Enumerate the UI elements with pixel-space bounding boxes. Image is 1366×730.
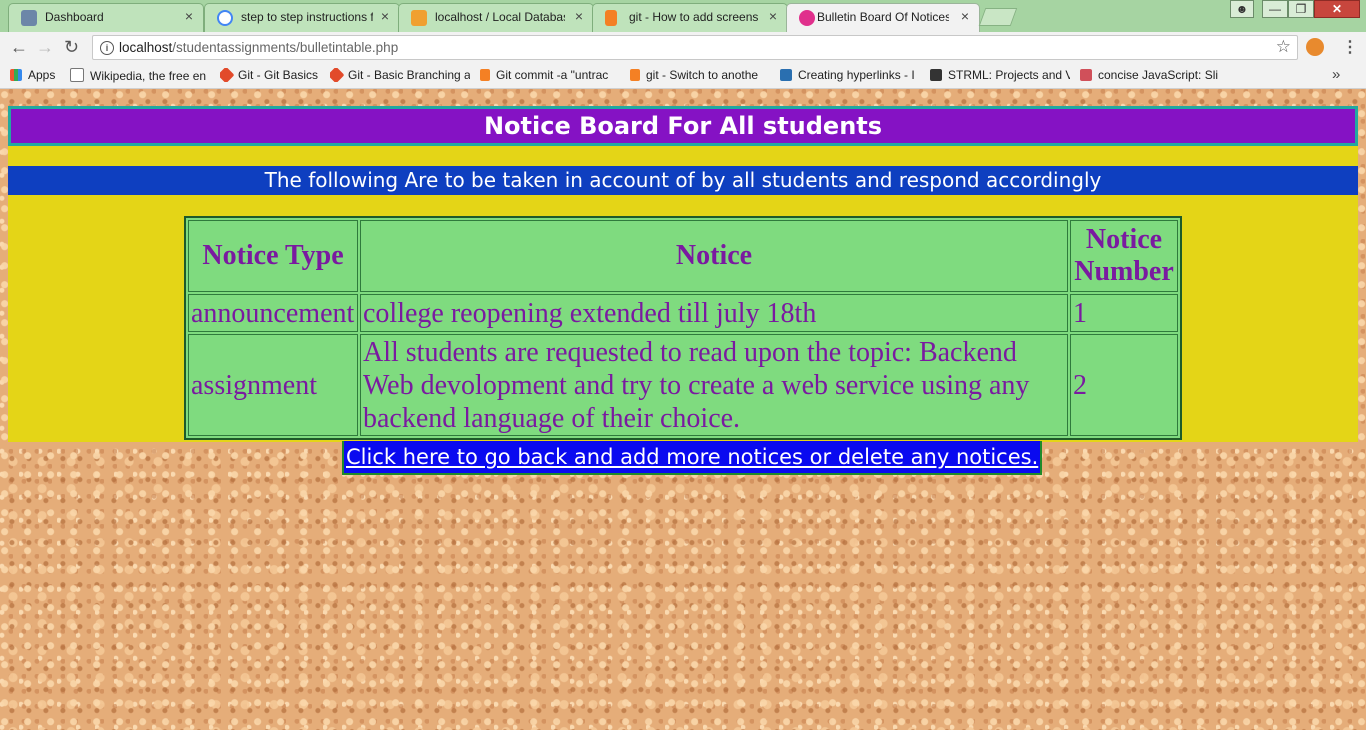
notice-number-cell: 2 [1070,334,1178,436]
bookmark-git-commit[interactable]: Git commit -a "untrac [480,68,620,82]
bulletin-favicon-icon [799,10,815,26]
tab-title: step to step instructions f [241,10,373,24]
notice-cell: All students are requested to read upon … [360,334,1068,436]
bookmark-label: STRML: Projects and V [948,68,1070,82]
window-close-icon[interactable]: ✕ [1314,0,1360,18]
bookmark-label: Git - Basic Branching a [348,68,470,82]
bookmark-git-switch[interactable]: git - Switch to anothe [630,68,770,82]
slides-icon [1080,69,1092,81]
bookmark-concise-js[interactable]: concise JavaScript: Sli [1080,68,1220,82]
tab-dashboard[interactable]: Dashboard × [8,3,204,32]
tab-strip: Dashboard × step to step instructions f … [0,0,1366,32]
bookmark-label: Wikipedia, the free en [90,69,207,83]
browser-toolbar: ← → ↻ i localhost/studentassignments/bul… [0,32,1366,63]
table-header-row: Notice Type Notice Notice Number [188,220,1178,292]
tab-close-icon[interactable]: × [575,8,583,24]
bookmark-label: Git commit -a "untrac [496,68,609,82]
user-profile-icon[interactable]: ☻ [1230,0,1254,18]
tab-title: localhost / Local Databas [435,10,565,24]
tab-close-icon[interactable]: × [961,8,969,24]
bookmark-strml[interactable]: STRML: Projects and V [930,68,1070,82]
info-icon[interactable]: i [100,41,114,55]
bookmark-label: Git - Git Basics [238,68,319,82]
minimize-icon[interactable]: — [1262,0,1288,18]
stackoverflow-icon [630,69,640,81]
bookmark-label: Apps [28,68,56,82]
bookmark-label: Creating hyperlinks - I [798,68,915,82]
bookmark-label: concise JavaScript: Sli [1098,68,1219,82]
tab-close-icon[interactable]: × [185,8,193,24]
notice-number-cell: 1 [1070,294,1178,332]
bookmark-label: git - Switch to anothe [646,68,759,82]
bookmark-hyperlinks[interactable]: Creating hyperlinks - I [780,68,920,82]
tab-instructions[interactable]: step to step instructions f × [204,3,400,32]
bookmarks-bar: Apps Wikipedia, the free en Git - Git Ba… [0,63,1366,89]
more-bookmarks-icon[interactable]: » [1332,66,1340,83]
column-header-notice-type: Notice Type [188,220,358,292]
bookmark-git-branching[interactable]: Git - Basic Branching a [330,68,470,82]
code-icon [930,69,942,81]
url-text: localhost/studentassignments/bulletintab… [119,40,398,55]
tab-title: Bulletin Board Of Notices [817,10,949,24]
bookmark-apps[interactable]: Apps [10,68,55,82]
column-header-notice: Notice [360,220,1068,292]
git-icon [330,68,345,82]
column-header-notice-number: Notice Number [1070,220,1178,292]
url-path: /studentassignments/bulletintable.php [172,40,399,55]
bookmark-star-icon[interactable]: ☆ [1276,37,1291,57]
address-bar[interactable]: i localhost/studentassignments/bulletint… [92,35,1298,60]
new-tab-button[interactable] [978,8,1018,26]
tab-stackoverflow[interactable]: git - How to add screens × [592,3,788,32]
menu-icon[interactable]: ⋮ [1342,37,1358,57]
maximize-icon[interactable]: ❐ [1288,0,1314,18]
notice-type-cell: assignment [188,334,358,436]
extension-icon[interactable] [1306,38,1324,56]
page-title: Notice Board For All students [8,106,1358,146]
tab-phpmyadmin[interactable]: localhost / Local Databas × [398,3,594,32]
apps-grid-icon [10,69,22,81]
link-icon [780,69,792,81]
bookmark-git-basics[interactable]: Git - Git Basics [220,68,320,82]
notice-cell: college reopening extended till july 18t… [360,294,1068,332]
stackoverflow-favicon-icon [605,10,617,26]
tab-close-icon[interactable]: × [769,8,777,24]
page-viewport: Notice Board For All students The follow… [0,89,1366,730]
bookmark-wikipedia[interactable]: Wikipedia, the free en [70,68,210,83]
tab-title: Dashboard [45,10,104,24]
dashboard-favicon-icon [21,10,37,26]
tab-title: git - How to add screens [629,10,759,24]
wikipedia-icon [70,68,84,82]
git-icon [220,68,235,82]
back-link[interactable]: Click here to go back and add more notic… [342,441,1043,475]
table-row: assignment All students are requested to… [188,334,1178,436]
page-subtitle: The following Are to be taken in account… [8,166,1358,195]
notice-type-cell: announcement [188,294,358,332]
phpmyadmin-favicon-icon [411,10,427,26]
forward-arrow-icon[interactable]: → [36,37,54,58]
notices-table: Notice Type Notice Notice Number announc… [184,216,1182,440]
stackoverflow-icon [480,69,490,81]
tab-close-icon[interactable]: × [381,8,389,24]
tab-bulletin-board[interactable]: Bulletin Board Of Notices × [786,3,980,32]
back-arrow-icon[interactable]: ← [10,37,28,58]
google-favicon-icon [217,10,233,26]
url-host: localhost [119,40,173,55]
reload-icon[interactable]: ↻ [64,37,79,58]
table-row: announcement college reopening extended … [188,294,1178,332]
